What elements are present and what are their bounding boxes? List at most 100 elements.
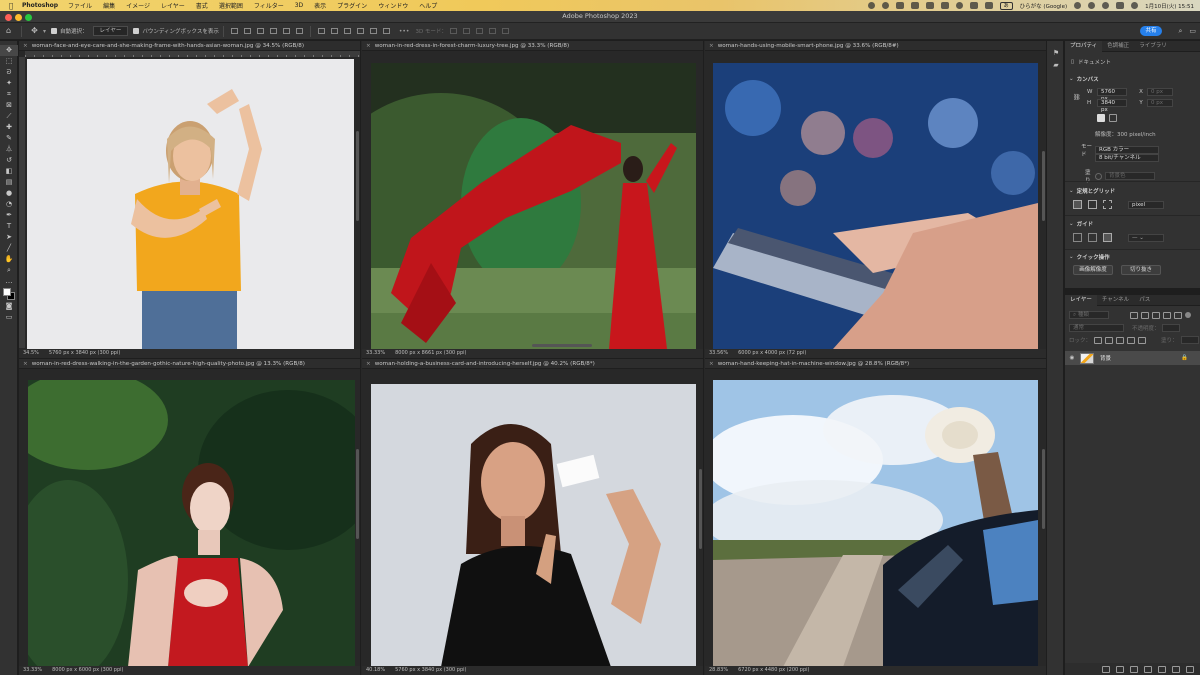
document-canvas-1[interactable] <box>27 59 354 349</box>
filter-adjust-icon[interactable] <box>1141 311 1149 319</box>
close-tab-icon[interactable]: × <box>366 43 371 49</box>
menu-window[interactable]: ウィンドウ <box>378 1 408 10</box>
filter-shape-icon[interactable] <box>1163 311 1171 319</box>
document-tab-4[interactable]: × woman-in-red-dress-walking-in-the-garde… <box>19 359 360 369</box>
crop-button[interactable]: 切り抜き <box>1121 265 1161 275</box>
guide-layout-icon[interactable] <box>1073 233 1082 242</box>
align-center-icon[interactable] <box>282 28 290 34</box>
chevron-down-icon[interactable]: ⌄ <box>1069 221 1074 227</box>
lock-all-icon[interactable] <box>1138 336 1147 344</box>
guides-title[interactable]: ガイド <box>1077 220 1094 228</box>
menu-filter[interactable]: フィルター <box>254 1 284 10</box>
input-method-badge[interactable]: あ <box>999 1 1013 10</box>
height-field[interactable]: 3840 px <box>1097 99 1127 113</box>
clipboard-icon[interactable] <box>925 2 934 9</box>
new-layer-icon[interactable] <box>1172 665 1180 673</box>
vertical-ruler[interactable] <box>19 57 25 348</box>
document-tab-3[interactable]: × woman-hands-using-mobile-smart-phone.jp… <box>705 41 1046 51</box>
zoom-tool-icon[interactable]: ⌕ <box>0 265 18 276</box>
document-window-5[interactable]: × woman-holding-a-business-card-and-intro… <box>362 358 704 675</box>
fill-dropdown[interactable]: 背景色 <box>1105 172 1155 180</box>
document-info[interactable]: 5760 px x 3840 px (300 ppi) <box>395 667 466 673</box>
vertical-scrollbar[interactable] <box>356 131 359 221</box>
control-center-icon[interactable] <box>1116 2 1125 9</box>
share-button[interactable]: 共有 <box>1140 26 1162 36</box>
document-tab-6[interactable]: × woman-hand-keeping-hat-in-machine-windo… <box>705 359 1046 369</box>
menu-3d[interactable]: 3D <box>295 2 303 9</box>
y-field[interactable]: 0 px <box>1147 99 1173 107</box>
screen-mode-icon[interactable]: ▭ <box>0 312 18 323</box>
layer-row-background[interactable]: ◉ 背景 🔒 <box>1065 351 1200 365</box>
chevron-down-icon[interactable]: ⌄ <box>1069 76 1074 82</box>
document-window-2[interactable]: × woman-in-red-dress-in-forest-charm-luxu… <box>362 41 704 358</box>
guide-settings-icon[interactable] <box>1103 233 1112 242</box>
menu-layer[interactable]: レイヤー <box>161 1 185 10</box>
document-info[interactable]: 5760 px x 3840 px (300 ppi) <box>49 350 120 356</box>
document-canvas-5[interactable] <box>371 384 696 667</box>
mode-dropdown[interactable]: RGB カラー <box>1095 146 1159 154</box>
more-options-icon[interactable]: ••• <box>399 28 410 35</box>
menu-plugins[interactable]: プラグイン <box>337 1 367 10</box>
creative-cloud-icon[interactable] <box>895 2 904 9</box>
quick-actions-title[interactable]: クイック操作 <box>1077 253 1110 261</box>
tool-preset-chevron-icon[interactable]: ▾ <box>43 28 46 35</box>
bluetooth-icon[interactable] <box>1074 2 1082 9</box>
more-tools-icon[interactable]: … <box>0 276 18 287</box>
width-field[interactable]: 5760 px <box>1097 88 1127 102</box>
cpu-icon[interactable] <box>984 2 993 9</box>
blend-mode-dropdown[interactable]: 通常 <box>1069 324 1124 332</box>
ruler-icon[interactable] <box>1073 200 1082 209</box>
guide-style-dropdown[interactable]: — ⌄ <box>1128 233 1164 242</box>
document-window-1[interactable]: × woman-face-and-eye-care-and-she-making-… <box>19 41 361 358</box>
camera-icon[interactable] <box>867 2 875 9</box>
quick-mask-icon[interactable]: ◙ <box>0 301 18 312</box>
horizontal-ruler[interactable] <box>25 51 360 57</box>
menu-help[interactable]: ヘルプ <box>419 1 437 10</box>
tab-libraries[interactable]: ライブラリ <box>1134 41 1172 52</box>
backup-icon[interactable] <box>910 2 919 9</box>
close-tab-icon[interactable]: × <box>709 361 714 367</box>
align-bottom-icon[interactable] <box>256 28 264 34</box>
landscape-orientation-icon[interactable] <box>1109 114 1117 122</box>
distribute-middle-icon[interactable] <box>330 28 338 34</box>
horizontal-scrollbar[interactable] <box>532 344 592 347</box>
chevron-down-icon[interactable]: ⌄ <box>1069 254 1074 260</box>
close-tab-icon[interactable]: × <box>23 361 28 367</box>
crop-tool-icon[interactable]: ⌗ <box>0 89 18 100</box>
close-tab-icon[interactable]: × <box>23 43 28 49</box>
auto-select-dropdown[interactable]: レイヤー <box>92 26 129 36</box>
move-tool-icon[interactable]: ✥ <box>30 27 39 35</box>
visibility-eye-icon[interactable]: ◉ <box>1067 355 1077 361</box>
document-tab-2[interactable]: × woman-in-red-dress-in-forest-charm-luxu… <box>362 41 703 51</box>
gradient-tool-icon[interactable]: ▤ <box>0 177 18 188</box>
zoom-level[interactable]: 34.5% <box>23 350 39 356</box>
stamp-tool-icon[interactable]: ⏃ <box>0 144 18 155</box>
filter-toggle-icon[interactable] <box>1185 312 1191 318</box>
document-tab-5[interactable]: × woman-holding-a-business-card-and-intro… <box>362 359 703 369</box>
document-canvas-4[interactable] <box>28 380 355 667</box>
filter-smart-icon[interactable] <box>1174 311 1182 319</box>
image-size-button[interactable]: 画像解像度 <box>1073 265 1113 275</box>
document-info[interactable]: 8000 px x 8661 px (300 ppi) <box>395 350 466 356</box>
line-tool-icon[interactable]: ╱ <box>0 243 18 254</box>
align-top-icon[interactable] <box>230 28 238 34</box>
brush-tool-icon[interactable]: ✎ <box>0 133 18 144</box>
apple-icon[interactable]:  <box>4 2 18 10</box>
menu-select[interactable]: 選択範囲 <box>219 1 243 10</box>
lock-transparency-icon[interactable] <box>1094 336 1103 344</box>
adjustment-layer-icon[interactable] <box>1144 665 1152 673</box>
layer-name[interactable]: 背景 <box>1100 354 1111 362</box>
hand-tool-icon[interactable]: ✋ <box>0 254 18 265</box>
show-bbox-checkbox[interactable] <box>133 28 140 34</box>
align-middle-icon[interactable] <box>243 28 251 34</box>
document-info[interactable]: 6720 px x 4480 px (200 ppi) <box>738 667 809 673</box>
lock-image-icon[interactable] <box>1105 336 1114 344</box>
document-canvas-2[interactable] <box>371 63 696 349</box>
type-tool-icon[interactable]: T <box>0 221 18 232</box>
tab-layers[interactable]: レイヤー <box>1065 294 1097 306</box>
chevron-down-icon[interactable]: ⌄ <box>1069 188 1074 194</box>
add-mask-icon[interactable] <box>1130 665 1138 673</box>
distribute-center-icon[interactable] <box>369 28 377 34</box>
menu-file[interactable]: ファイル <box>68 1 92 10</box>
document-window-3[interactable]: × woman-hands-using-mobile-smart-phone.jp… <box>705 41 1046 358</box>
